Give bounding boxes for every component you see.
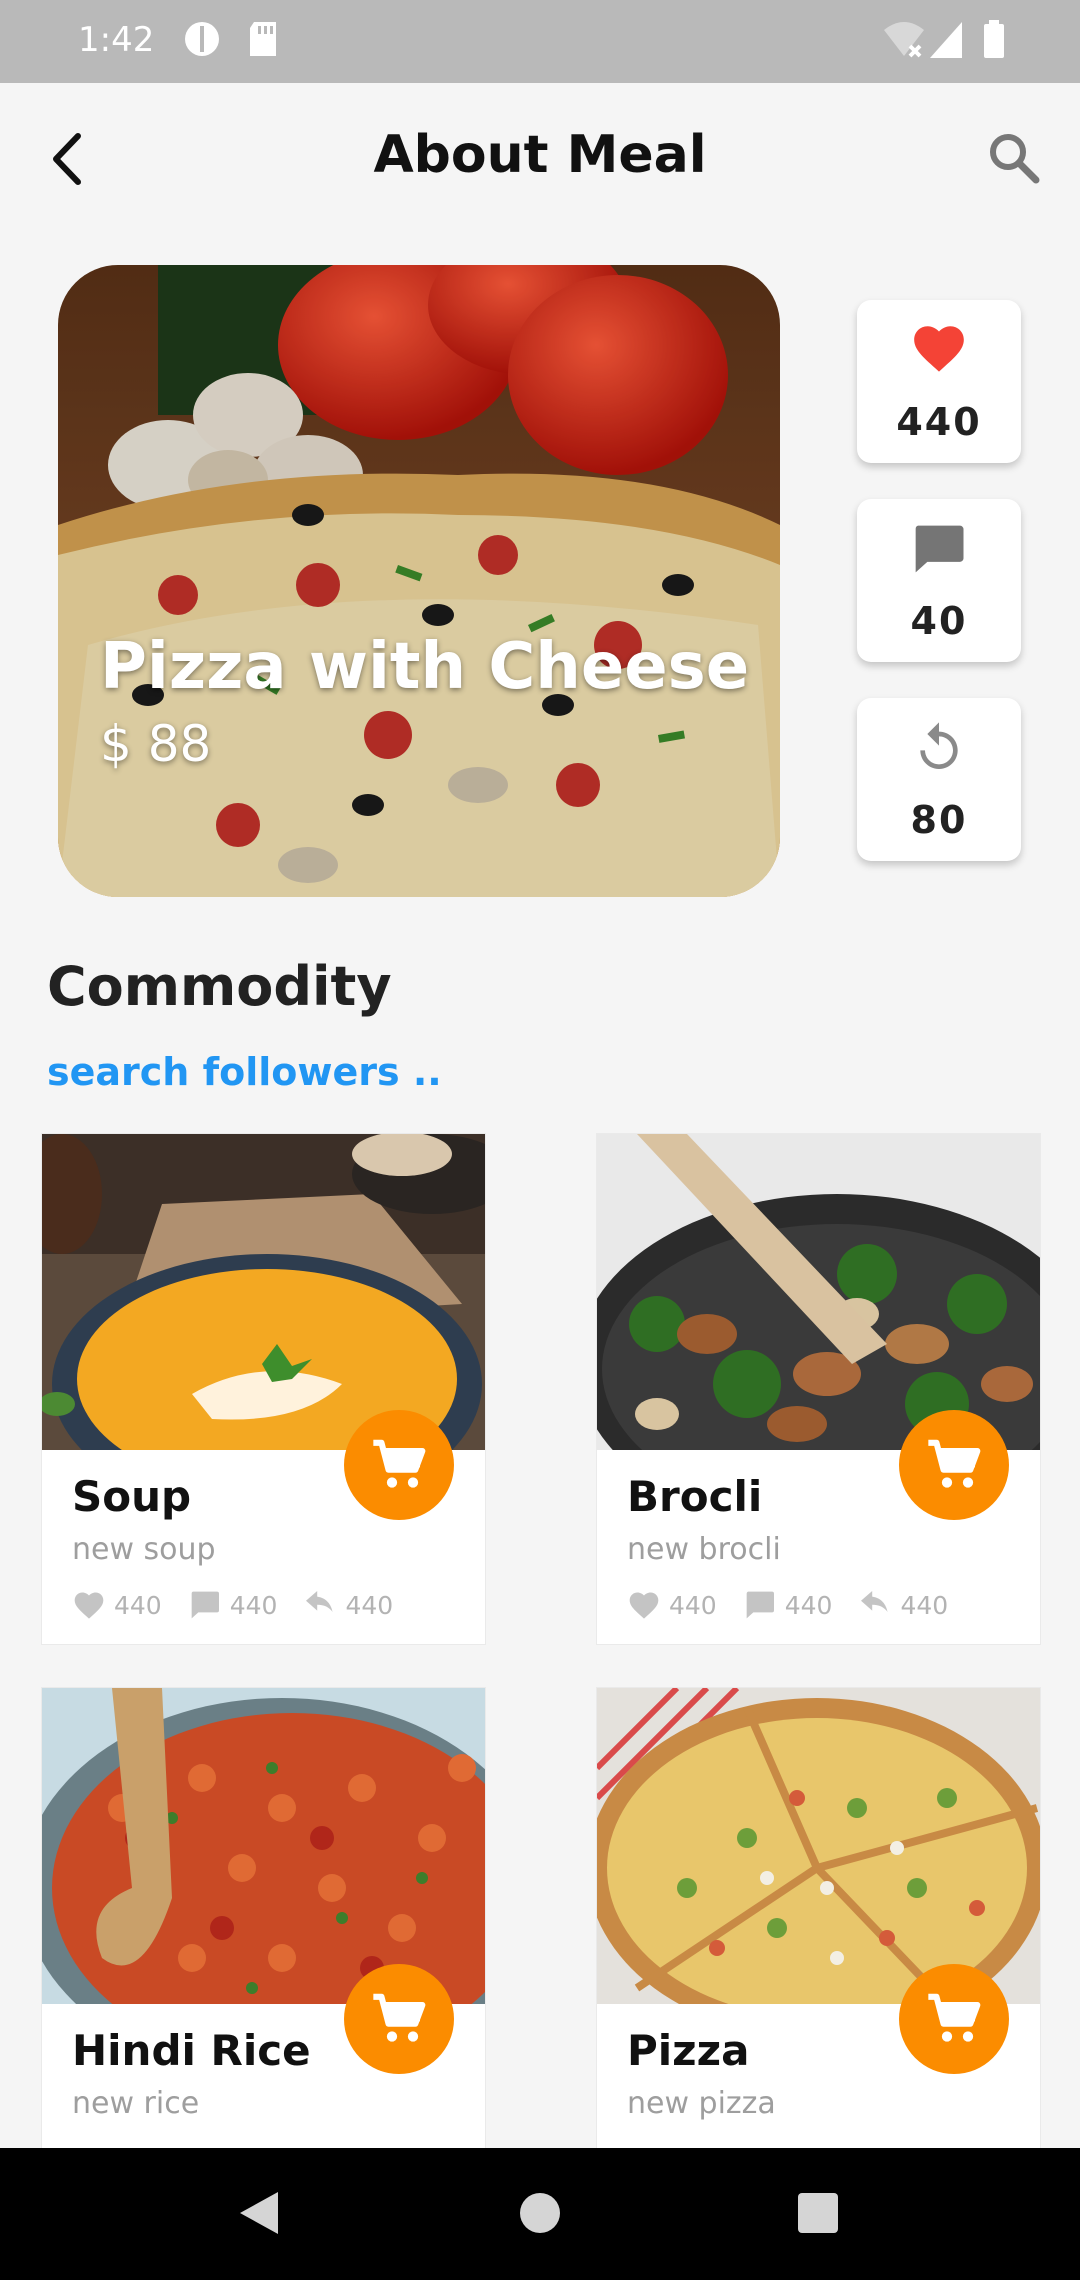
wifi-off-icon xyxy=(884,22,924,58)
sd-card-icon xyxy=(250,22,276,56)
add-to-cart-button[interactable] xyxy=(344,1410,454,1520)
reply-icon xyxy=(861,1591,889,1612)
product-desc: new brocli xyxy=(627,1532,781,1567)
heart-icon xyxy=(914,326,964,372)
product-card[interactable]: Hindi Rice new rice xyxy=(41,1687,486,2199)
product-name: Pizza xyxy=(627,2026,750,2075)
product-meta: 440 440 440 xyxy=(627,1589,974,1621)
heart-icon xyxy=(629,1592,659,1619)
search-icon[interactable] xyxy=(984,128,1044,188)
share-action[interactable]: 440 xyxy=(858,1591,948,1620)
share-count: 440 xyxy=(345,1590,394,1620)
comment-action[interactable]: 440 xyxy=(188,1589,278,1621)
comment-icon xyxy=(746,1591,774,1619)
share-action[interactable]: 440 xyxy=(303,1591,393,1620)
likes-count: 440 xyxy=(896,400,982,444)
comments-card[interactable]: 40 xyxy=(857,499,1021,662)
product-name: Brocli xyxy=(627,1472,763,1521)
heart-icon xyxy=(74,1592,104,1619)
search-followers-link[interactable]: search followers .. xyxy=(47,1050,442,1094)
battery-icon xyxy=(984,20,1004,58)
product-image xyxy=(597,1688,1040,2004)
comments-count: 40 xyxy=(910,599,968,643)
nav-home-icon[interactable] xyxy=(519,2188,561,2238)
cart-icon xyxy=(373,1439,426,1488)
replays-count: 80 xyxy=(910,798,968,842)
product-desc: new soup xyxy=(72,1532,216,1567)
comment-count: 440 xyxy=(229,1590,278,1620)
product-name: Soup xyxy=(72,1472,192,1521)
cart-icon xyxy=(373,1993,426,2042)
hero-price: $ 88 xyxy=(100,715,212,773)
product-name: Hindi Rice xyxy=(72,2026,311,2075)
nav-recents-icon[interactable] xyxy=(797,2188,839,2238)
like-action[interactable]: 440 xyxy=(72,1590,162,1620)
product-meta: 440 440 440 xyxy=(72,1589,419,1621)
product-image xyxy=(42,1688,485,2004)
product-card[interactable]: Pizza new pizza xyxy=(596,1687,1041,2199)
comment-count: 440 xyxy=(784,1590,833,1620)
signal-icon xyxy=(930,22,962,58)
comment-icon xyxy=(191,1591,219,1619)
comment-action[interactable]: 440 xyxy=(743,1589,833,1621)
comment-icon xyxy=(915,525,964,573)
system-nav-bar xyxy=(0,2148,1080,2280)
product-desc: new pizza xyxy=(627,2086,776,2121)
product-card[interactable]: Brocli new brocli 440 440 440 xyxy=(596,1133,1041,1645)
status-time: 1:42 xyxy=(78,20,155,60)
product-card[interactable]: Soup new soup 440 440 440 xyxy=(41,1133,486,1645)
cart-icon xyxy=(928,1993,981,2042)
hero-image[interactable] xyxy=(58,265,780,897)
like-action[interactable]: 440 xyxy=(627,1590,717,1620)
add-to-cart-button[interactable] xyxy=(344,1964,454,2074)
share-count: 440 xyxy=(900,1590,949,1620)
like-count: 440 xyxy=(114,1590,162,1620)
page-title: About Meal xyxy=(373,125,707,185)
likes-card[interactable]: 440 xyxy=(857,300,1021,463)
replay-icon xyxy=(920,722,958,769)
add-to-cart-button[interactable] xyxy=(899,1964,1009,2074)
nav-back-icon[interactable] xyxy=(236,2188,282,2238)
product-desc: new rice xyxy=(72,2086,200,2121)
status-bar: 1:42 xyxy=(0,0,1080,83)
product-image xyxy=(42,1134,485,1450)
section-title: Commodity xyxy=(47,955,392,1018)
add-to-cart-button[interactable] xyxy=(899,1410,1009,1520)
app-status-icon xyxy=(185,22,219,56)
reply-icon xyxy=(306,1591,334,1612)
like-count: 440 xyxy=(669,1590,717,1620)
replays-card[interactable]: 80 xyxy=(857,698,1021,861)
product-image xyxy=(597,1134,1040,1450)
cart-icon xyxy=(928,1439,981,1488)
hero-title: Pizza with Cheese xyxy=(100,630,750,704)
